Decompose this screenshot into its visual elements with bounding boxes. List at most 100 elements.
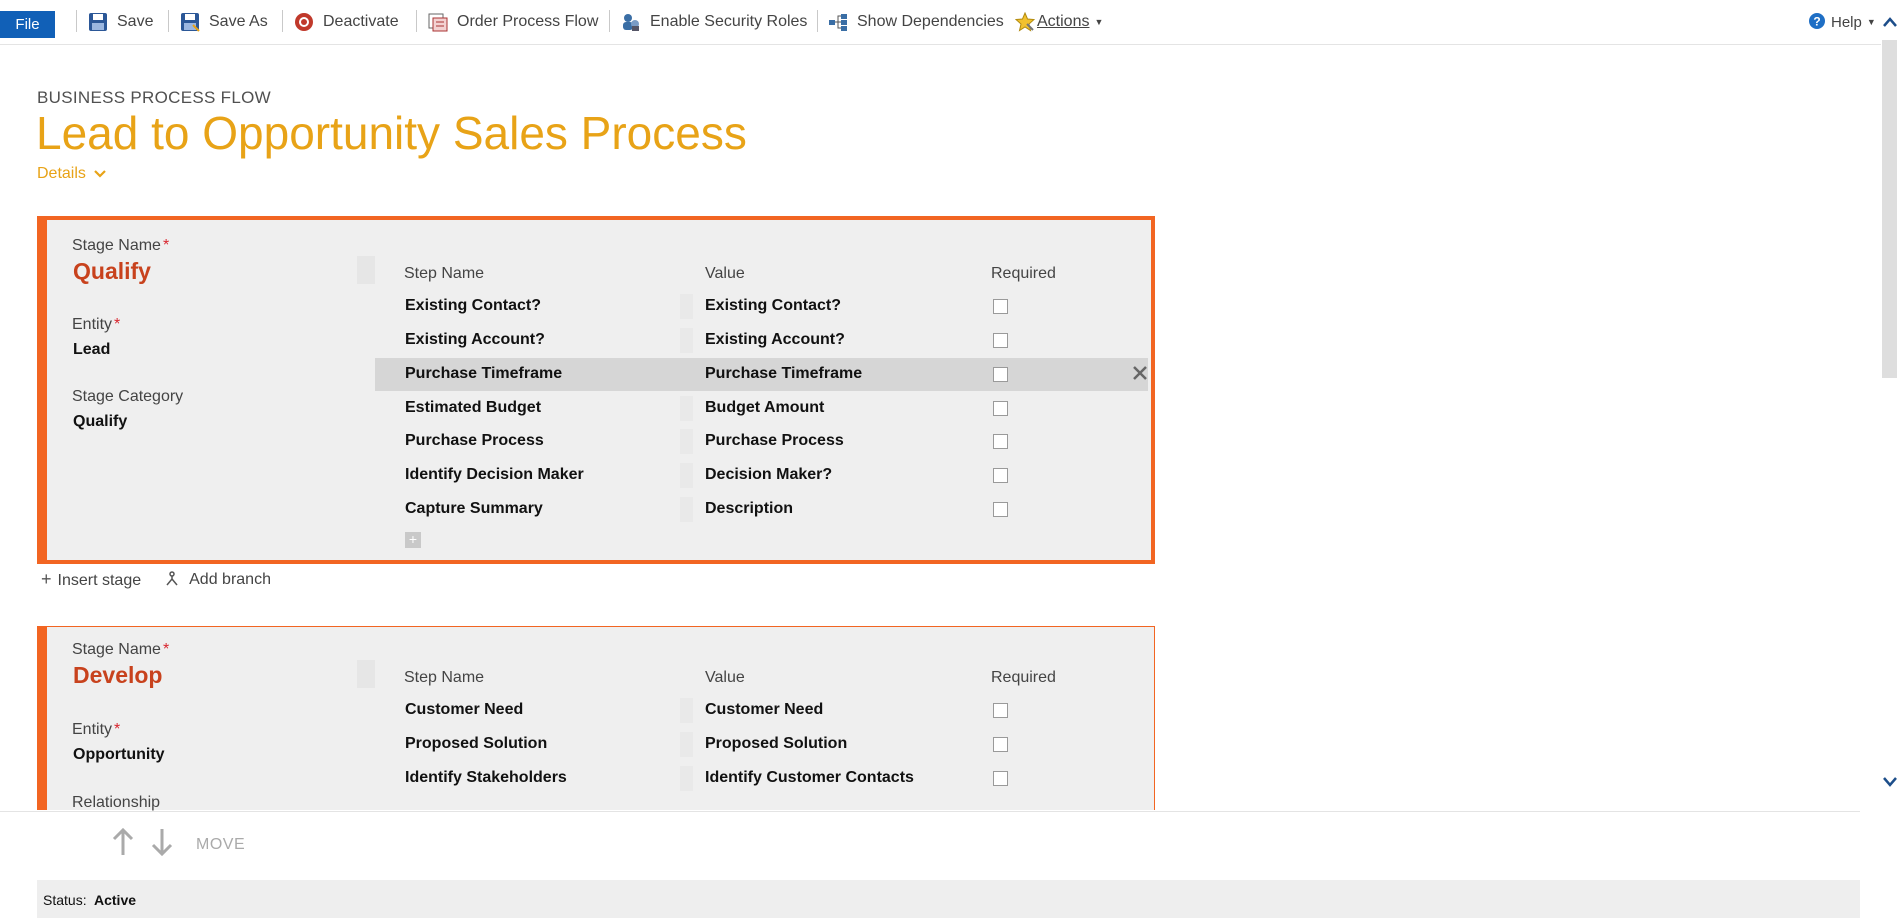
actions-label: Actions — [1037, 13, 1090, 30]
toolbar-separator — [416, 10, 417, 32]
step-name[interactable]: Purchase Timeframe — [405, 365, 562, 383]
required-checkbox[interactable] — [993, 468, 1008, 483]
step-row[interactable]: Capture Summary Description — [375, 493, 1148, 526]
required-checkbox[interactable] — [993, 737, 1008, 752]
status-label: Status: — [43, 892, 87, 908]
save-button[interactable]: Save — [88, 10, 153, 34]
add-step-icon[interactable]: + — [405, 532, 421, 548]
stage-name-value[interactable]: Develop — [73, 662, 162, 689]
step-name[interactable]: Identify Stakeholders — [405, 769, 567, 787]
required-checkbox[interactable] — [993, 434, 1008, 449]
deactivate-icon — [294, 12, 314, 32]
stage-actions: + Insert stage Add branch — [41, 569, 271, 590]
move-up-icon[interactable] — [112, 827, 134, 861]
show-dependencies-label: Show Dependencies — [857, 13, 1004, 30]
stage-name-label: Stage Name * — [72, 237, 170, 254]
step-row[interactable]: Customer Need Customer Need — [375, 694, 1148, 727]
toolbar-separator — [282, 10, 283, 32]
step-value[interactable]: Purchase Timeframe — [705, 365, 862, 383]
security-roles-icon — [621, 12, 641, 32]
step-name[interactable]: Proposed Solution — [405, 735, 547, 753]
column-divider — [357, 660, 375, 688]
scroll-down-icon[interactable] — [1882, 772, 1897, 792]
step-value[interactable]: Existing Contact? — [705, 297, 841, 315]
delete-step-icon[interactable] — [1132, 363, 1148, 385]
step-value[interactable]: Budget Amount — [705, 399, 824, 417]
step-name[interactable]: Purchase Process — [405, 432, 544, 450]
scroll-thumb[interactable] — [1882, 40, 1897, 378]
step-value[interactable]: Description — [705, 500, 793, 518]
required-checkbox[interactable] — [993, 703, 1008, 718]
step-row[interactable]: Purchase Process Purchase Process — [375, 425, 1148, 458]
add-branch-link[interactable]: Add branch — [163, 571, 271, 589]
file-button[interactable]: File — [0, 11, 55, 38]
step-row[interactable]: Identify Decision Maker Decision Maker? — [375, 459, 1148, 492]
actions-menu[interactable]: Actions ▼ — [1014, 10, 1103, 34]
step-value[interactable]: Proposed Solution — [705, 735, 847, 753]
column-header-value: Value — [705, 265, 745, 282]
enable-security-roles-label: Enable Security Roles — [650, 13, 808, 30]
help-menu[interactable]: ? Help ▼ — [1808, 10, 1876, 34]
save-as-icon — [180, 12, 200, 32]
required-checkbox[interactable] — [993, 401, 1008, 416]
step-column-gap — [680, 732, 693, 757]
stage-category-value[interactable]: Qualify — [73, 413, 127, 431]
insert-stage-label: Insert stage — [57, 572, 142, 589]
step-column-gap — [680, 766, 693, 791]
step-value[interactable]: Customer Need — [705, 701, 823, 719]
required-checkbox[interactable] — [993, 333, 1008, 348]
step-name[interactable]: Estimated Budget — [405, 399, 541, 417]
required-indicator: * — [162, 641, 170, 658]
enable-security-roles-button[interactable]: Enable Security Roles — [621, 10, 807, 34]
toolbar-separator — [817, 10, 818, 32]
step-column-gap — [680, 497, 693, 522]
step-row[interactable]: Proposed Solution Proposed Solution — [375, 728, 1148, 761]
column-divider — [357, 256, 375, 284]
move-down-icon[interactable] — [151, 828, 173, 861]
step-name[interactable]: Existing Account? — [405, 331, 545, 349]
scroll-up-icon[interactable] — [1882, 12, 1897, 32]
step-value[interactable]: Identify Customer Contacts — [705, 769, 914, 787]
required-checkbox[interactable] — [993, 299, 1008, 314]
deactivate-button[interactable]: Deactivate — [294, 10, 399, 34]
stage-accent-bar — [37, 220, 47, 560]
step-row-selected[interactable]: Purchase Timeframe Purchase Timeframe — [375, 358, 1148, 391]
stage-accent-bar — [37, 627, 47, 810]
stage-card-qualify[interactable]: Stage Name * Qualify Entity * Lead Stage C… — [37, 216, 1155, 564]
stage-name-value[interactable]: Qualify — [73, 258, 151, 285]
entity-value[interactable]: Opportunity — [73, 746, 165, 764]
show-dependencies-button[interactable]: Show Dependencies — [828, 10, 1004, 34]
branch-icon — [166, 570, 178, 585]
stage-card-develop[interactable]: Stage Name * Develop Entity * Opportunity … — [37, 626, 1155, 811]
step-name[interactable]: Customer Need — [405, 701, 523, 719]
help-label: Help — [1831, 13, 1862, 31]
required-indicator: * — [114, 721, 121, 738]
step-name[interactable]: Capture Summary — [405, 500, 543, 518]
required-indicator: * — [162, 237, 170, 254]
required-checkbox[interactable] — [993, 771, 1008, 786]
details-toggle[interactable]: Details — [37, 165, 106, 183]
step-row[interactable]: Estimated Budget Budget Amount — [375, 392, 1148, 425]
save-as-label: Save As — [209, 13, 268, 30]
step-column-gap — [680, 463, 693, 488]
step-value[interactable]: Purchase Process — [705, 432, 844, 450]
save-as-button[interactable]: Save As — [180, 10, 268, 34]
step-name[interactable]: Identify Decision Maker — [405, 466, 584, 484]
insert-stage-link[interactable]: + Insert stage — [41, 569, 141, 590]
step-column-gap — [680, 396, 693, 421]
entity-value[interactable]: Lead — [73, 341, 110, 359]
step-value[interactable]: Existing Account? — [705, 331, 845, 349]
move-bar: MOVE — [0, 811, 1860, 881]
command-bar: File Save Save As Deactivate Order Proce… — [0, 0, 1898, 45]
step-name[interactable]: Existing Contact? — [405, 297, 541, 315]
step-value[interactable]: Decision Maker? — [705, 466, 832, 484]
order-process-flow-button[interactable]: Order Process Flow — [428, 10, 598, 34]
vertical-scrollbar[interactable] — [1881, 0, 1898, 810]
step-row[interactable]: Existing Account? Existing Account? — [375, 324, 1148, 357]
step-row[interactable]: Identify Stakeholders Identify Customer … — [375, 762, 1148, 795]
status-bar: Status: Active — [37, 880, 1860, 918]
column-header-required: Required — [991, 265, 1056, 282]
required-checkbox[interactable] — [993, 367, 1008, 382]
required-checkbox[interactable] — [993, 502, 1008, 517]
step-row[interactable]: Existing Contact? Existing Contact? — [375, 290, 1148, 323]
